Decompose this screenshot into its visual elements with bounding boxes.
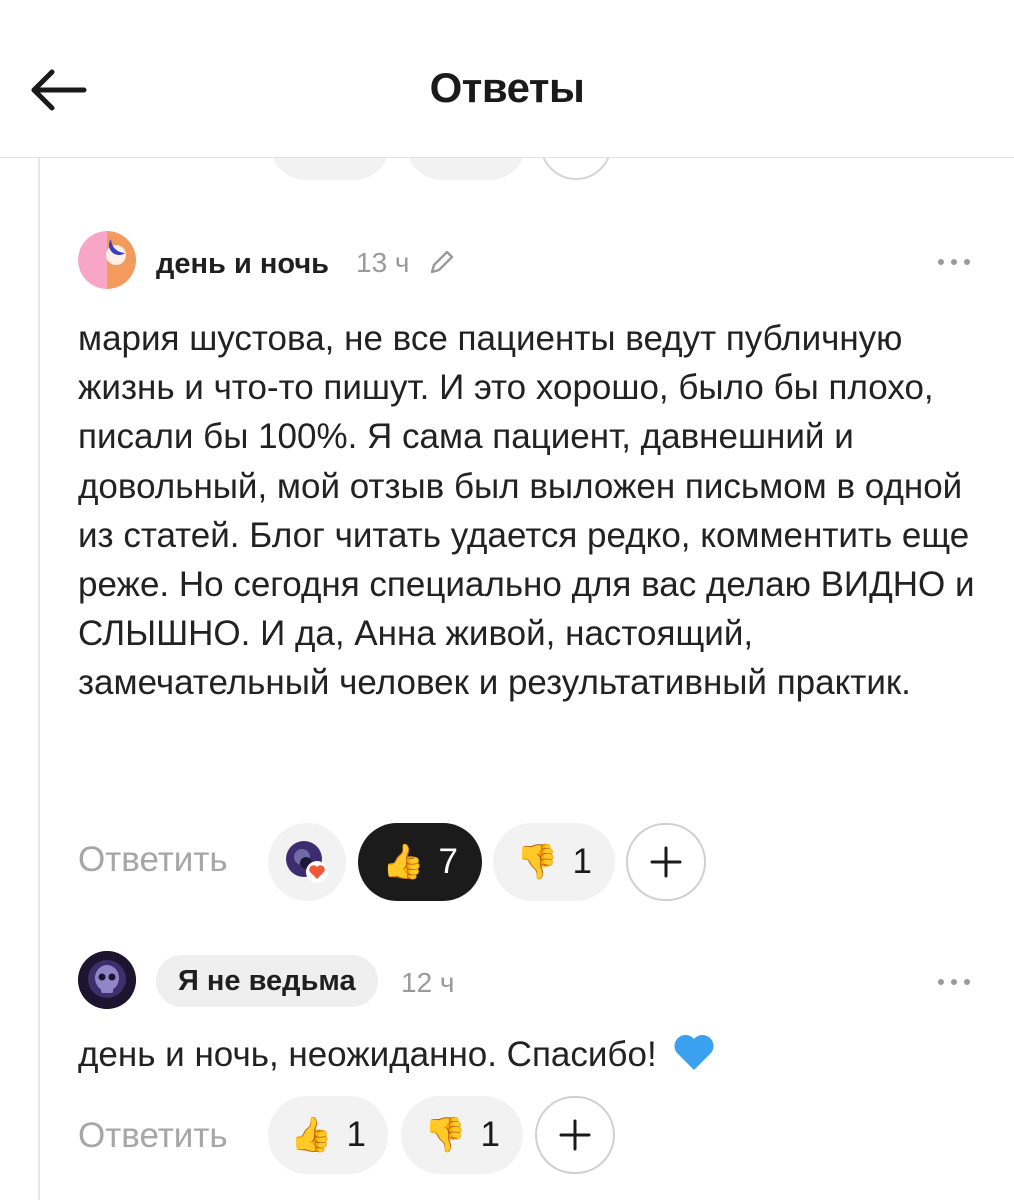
comment-text: день и ночь, неожиданно. Спасибо! <box>78 1030 988 1079</box>
thread-line <box>38 157 40 1200</box>
header-bar: Ответы <box>0 0 1014 158</box>
reply-button[interactable]: Ответить <box>78 840 228 880</box>
comment-time: 12 ч <box>401 967 455 998</box>
comment-text: мария шустова, не все пациенты ведут пуб… <box>78 319 975 703</box>
more-dots-icon <box>938 979 944 985</box>
blue-heart-icon <box>674 1034 714 1070</box>
pencil-icon <box>430 250 454 274</box>
reply-button[interactable]: Ответить <box>78 1116 228 1156</box>
avatar-skull-icon <box>78 951 136 1009</box>
dislike-button[interactable]: 👎 1 <box>401 1096 523 1174</box>
page-title: Ответы <box>429 64 585 111</box>
author-liked-badge <box>268 823 346 901</box>
add-reaction-button[interactable] <box>535 1096 615 1174</box>
like-button[interactable]: 👍 1 <box>268 1096 388 1174</box>
dislike-count: 1 <box>480 1115 500 1154</box>
dislike-count: 1 <box>572 842 592 881</box>
add-reaction-button[interactable] <box>626 823 706 901</box>
more-dots-icon <box>938 259 944 265</box>
thumbs-up-icon: 👍 <box>382 843 425 881</box>
avatar[interactable] <box>78 951 136 1009</box>
comment: день и ночь 13 ч мария шустова, не все п… <box>78 230 975 910</box>
comment-time: 13 ч <box>356 247 410 278</box>
like-button[interactable]: 👍 7 <box>358 823 482 901</box>
dislike-button[interactable]: 👎 1 <box>493 823 615 901</box>
like-count: 7 <box>438 842 458 881</box>
like-count: 1 <box>346 1115 366 1154</box>
comment-author-chip[interactable]: Я не ведьма <box>156 955 378 1007</box>
more-options-button[interactable] <box>934 966 974 996</box>
avatar[interactable] <box>78 231 136 289</box>
thumbs-down-icon: 👎 <box>516 843 559 881</box>
avatar-day-night-icon <box>78 231 136 289</box>
thumbs-down-icon: 👎 <box>424 1116 467 1154</box>
comment-author[interactable]: день и ночь <box>156 248 329 281</box>
plus-icon <box>559 1119 591 1151</box>
comment: Я не ведьма 12 ч день и ночь, неожиданно… <box>78 950 974 1200</box>
author-avatar-with-heart-icon <box>286 841 328 883</box>
comment-text-content: день и ночь, неожиданно. Спасибо! <box>78 1035 657 1074</box>
plus-icon <box>650 846 682 878</box>
thumbs-up-icon: 👍 <box>290 1116 333 1154</box>
more-options-button[interactable] <box>934 246 974 276</box>
